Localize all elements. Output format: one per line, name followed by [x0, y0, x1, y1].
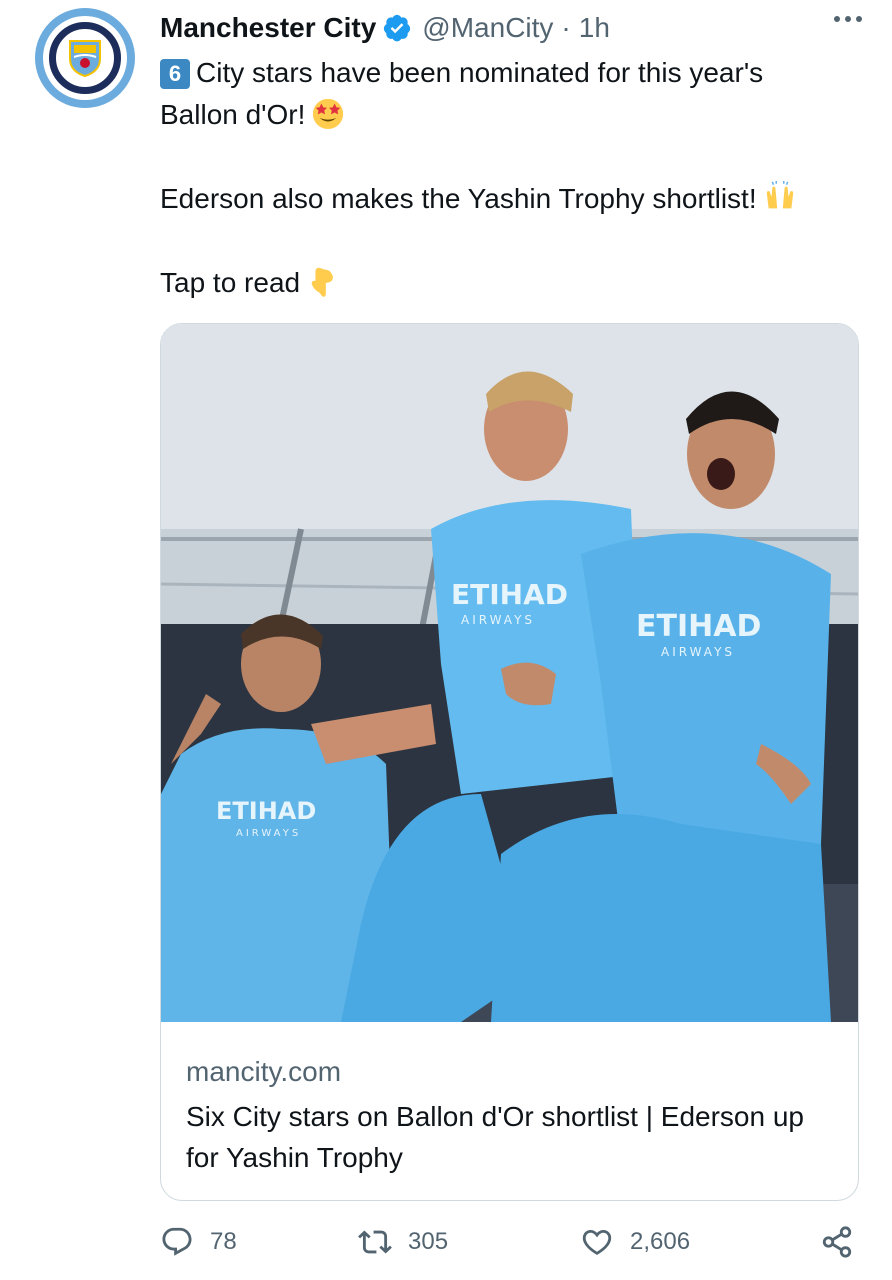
card-meta[interactable]: mancity.com Six City stars on Ballon d'O…	[186, 1054, 833, 1178]
shirt-sponsor-subtext-3: AIRWAYS	[236, 828, 301, 839]
retweet-icon	[358, 1230, 392, 1254]
shirt-sponsor-subtext-2: AIRWAYS	[661, 645, 735, 659]
heart-icon	[582, 1229, 612, 1255]
crest-ring	[49, 22, 121, 94]
account-handle[interactable]: @ManCity	[422, 12, 553, 44]
tweet-line-4: Tap to read	[160, 262, 860, 304]
avatar[interactable]	[35, 8, 135, 108]
reply-count: 78	[210, 1228, 237, 1255]
verified-badge-icon	[384, 14, 411, 42]
crest-shield-icon	[69, 40, 101, 77]
star-struck-emoji-icon	[313, 98, 344, 130]
share-button[interactable]	[820, 1225, 870, 1259]
pointing-down-emoji-icon	[311, 267, 334, 297]
card-domain: mancity.com	[186, 1056, 342, 1087]
separator-dot: ·	[561, 12, 571, 43]
reply-button[interactable]: 78	[160, 1225, 237, 1259]
tweet-text: 6 City stars have been nominated for this…	[160, 52, 860, 304]
tweet-line-1: 6 City stars have been nominated for this…	[160, 52, 860, 94]
retweet-button[interactable]: 305	[358, 1225, 448, 1259]
tweet-line-2: Ballon d'Or!	[160, 94, 860, 136]
tweet-header: Manchester City @ManCity · 1h	[160, 8, 862, 48]
card-image[interactable]: ETIHAD AIRWAYS ETIHAD AIRWAYS ETIHAD AIR…	[161, 324, 859, 1022]
retweet-count: 305	[408, 1228, 449, 1255]
tweet-time[interactable]: 1h	[579, 12, 610, 44]
more-dots-icon[interactable]	[834, 16, 862, 22]
link-card[interactable]: ETIHAD AIRWAYS ETIHAD AIRWAYS ETIHAD AIR…	[160, 323, 859, 1201]
club-crest	[43, 16, 127, 100]
like-count: 2,606	[630, 1228, 691, 1255]
raising-hands-emoji-icon	[766, 180, 793, 209]
reply-icon	[162, 1227, 192, 1256]
keycap-six-emoji: 6	[160, 59, 190, 89]
like-button[interactable]: 2,606	[580, 1225, 690, 1259]
shirt-sponsor-subtext: AIRWAYS	[461, 613, 535, 627]
card-title: Six City stars on Ballon d'Or shortlist …	[186, 1101, 804, 1173]
shirt-sponsor-text-2: ETIHAD	[636, 609, 761, 644]
share-icon	[822, 1226, 852, 1258]
account-name[interactable]: Manchester City	[160, 12, 376, 44]
shirt-sponsor-text-3: ETIHAD	[216, 797, 316, 825]
shirt-sponsor-text: ETIHAD	[451, 578, 568, 611]
action-bar: 78 305 2,606	[160, 1225, 862, 1271]
tweet-line-3: Ederson also makes the Yashin Trophy sho…	[160, 178, 860, 220]
